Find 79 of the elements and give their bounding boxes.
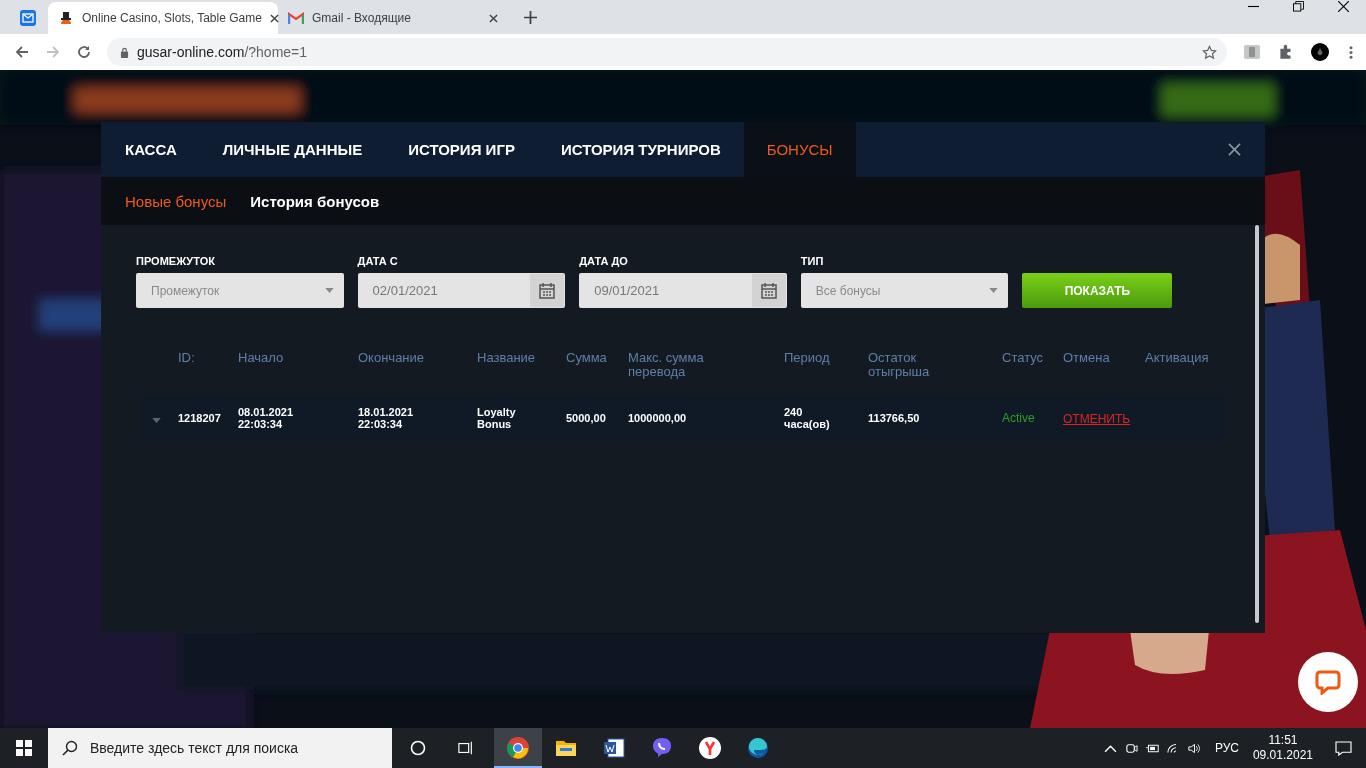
column-header: Остаток отыгрыша (868, 351, 931, 379)
clock-date[interactable]: 09.01.2021 (1252, 748, 1313, 763)
close-icon[interactable] (489, 13, 498, 23)
search-bar[interactable]: Введите здесь текст для поиска (48, 728, 392, 768)
table-cell-text: 5000,00 (566, 412, 607, 424)
field-label: ДАТА ДО (579, 255, 629, 269)
subtab[interactable]: Новые бонусы (125, 192, 227, 210)
caret-down-icon (989, 288, 999, 293)
lock-icon (120, 46, 129, 58)
cancel-link[interactable]: ОТМЕНИТЬ (1063, 412, 1131, 426)
calendar-button[interactable] (530, 274, 565, 307)
table-cell-text: 113766,50 (868, 412, 921, 424)
language-indicator[interactable]: РУС (1214, 741, 1239, 755)
restore-icon[interactable] (1293, 0, 1304, 12)
avatar-icon[interactable] (1311, 43, 1329, 61)
column-header: Макс. сумма перевода (628, 351, 705, 379)
search-field[interactable]: Введите здесь текст для поиска (88, 739, 392, 757)
date-field[interactable]: 02/01/2021 (357, 273, 566, 308)
cortana-icon[interactable] (410, 740, 426, 756)
new-tab-icon[interactable] (524, 11, 537, 24)
search-icon (62, 740, 78, 756)
table-cell-text: 08.01.2021 22:03:34 (238, 406, 295, 430)
date-field[interactable]: 09/01/2021 (579, 273, 787, 308)
table-cell-text: Loyalty Bonus (477, 406, 517, 430)
close-icon[interactable] (269, 13, 279, 23)
star-icon[interactable] (1202, 44, 1217, 60)
tab[interactable]: БОНУСЫ (743, 122, 856, 177)
chat-bubble-icon (650, 736, 674, 760)
mail-icon (288, 10, 304, 26)
mail-icon (20, 10, 36, 26)
table-cell-text: 240 часа(ов) (784, 406, 831, 430)
tab[interactable]: КАССА (102, 122, 200, 177)
taskbar-app[interactable] (494, 728, 542, 768)
column-header: Окончание (358, 351, 426, 365)
browser-tab[interactable]: Gmail - Входящие (278, 2, 508, 34)
table-cell-text: 18.01.2021 22:03:34 (358, 406, 415, 430)
task-view-icon[interactable] (458, 740, 474, 756)
status-text: Active (1002, 411, 1036, 425)
document-icon (602, 736, 626, 760)
clock-time[interactable]: 11:51 (1268, 733, 1298, 748)
tab[interactable]: ИСТОРИЯ ИГР (385, 122, 538, 177)
browser-tab[interactable]: Online Casino, Slots, Table Game (48, 2, 278, 34)
close-icon[interactable] (1338, 0, 1349, 12)
column-header: Сумма (566, 351, 608, 365)
table-cell-text: 1000000,00 (628, 412, 688, 424)
url-text: gusar-online.com/?home=1 (137, 44, 309, 60)
tab[interactable]: ЛИЧНЫЕ ДАННЫЕ (199, 122, 386, 177)
column-header: Название (477, 351, 537, 365)
notification-icon[interactable] (1335, 740, 1352, 756)
column-header: Отмена (1063, 351, 1111, 365)
calendar-icon (539, 282, 556, 299)
field-label: ДАТА С (357, 255, 399, 269)
column-header: Статус (1002, 351, 1045, 365)
column-header: Начало (238, 351, 285, 365)
browser-icon (506, 736, 530, 760)
extension-icon[interactable] (1243, 43, 1261, 61)
calendar-button[interactable] (751, 274, 786, 307)
column-header: Активация (1145, 351, 1210, 365)
menu-icon[interactable] (1349, 44, 1353, 60)
caret-down-icon (324, 288, 334, 293)
column-header: ID: (178, 351, 196, 365)
calendar-icon (760, 282, 777, 299)
subtab[interactable]: История бонусов (250, 192, 380, 210)
reload-icon[interactable] (76, 44, 92, 60)
caret-down-icon[interactable] (152, 418, 161, 423)
windows-start-icon[interactable] (16, 740, 32, 756)
back-icon[interactable] (14, 44, 30, 60)
field-label: ПРОМЕЖУТОК (136, 255, 216, 269)
hat-icon (58, 10, 74, 26)
swirl-icon (746, 736, 770, 760)
field-label: ТИП (800, 255, 825, 269)
table-cell-text: 1218207 (178, 412, 222, 424)
speaker-icon[interactable] (1187, 741, 1201, 755)
chat-icon (1315, 669, 1341, 695)
letter-logo-icon (698, 736, 722, 760)
meet-icon[interactable] (1124, 741, 1138, 755)
column-header: Период (784, 351, 831, 365)
address-bar[interactable]: gusar-online.com/?home=1 (107, 38, 1227, 66)
tab[interactable]: ИСТОРИЯ ТУРНИРОВ (537, 122, 744, 177)
